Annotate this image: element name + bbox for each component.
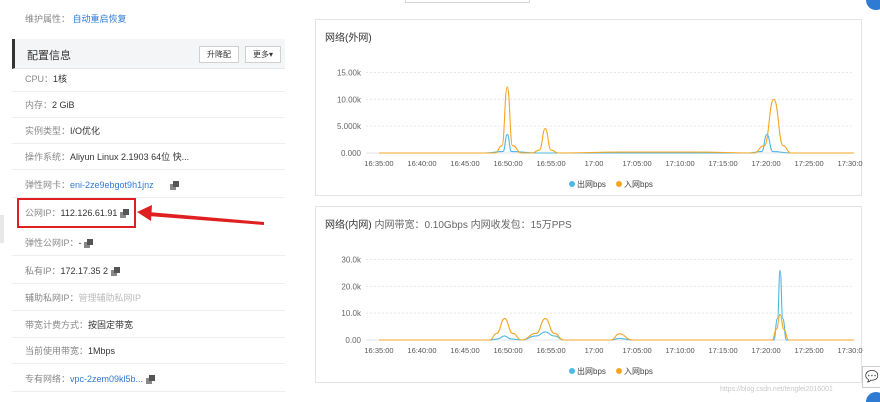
x-tick-label: 17:30:00 — [838, 159, 863, 168]
x-tick-label: 16:50:00 — [493, 159, 522, 168]
legend-dot-in — [616, 368, 622, 374]
legend-label-in: 入网bps — [624, 180, 653, 189]
y-tick-label: 5.000k — [337, 122, 362, 131]
x-tick-label: 16:40:00 — [407, 159, 436, 168]
x-tick-label: 16:55:00 — [536, 159, 565, 168]
arrow-head — [137, 205, 152, 221]
series-line-in — [379, 86, 854, 154]
arrow-shaft — [148, 212, 264, 225]
series-line-out — [379, 269, 854, 341]
legend-dot-out — [569, 368, 575, 374]
y-tick-label: 20.0k — [341, 282, 362, 291]
x-tick-label: 16:35:00 — [364, 159, 393, 168]
x-tick-label: 17:15:00 — [709, 346, 738, 355]
x-tick-label: 17:10:00 — [665, 159, 694, 168]
series-line-out — [379, 133, 854, 154]
watermark: https://blog.csdn.net/tengfei2016001 — [720, 386, 833, 393]
x-tick-label: 17:05:00 — [622, 346, 651, 355]
x-tick-label: 17:15:00 — [709, 159, 738, 168]
x-tick-label: 16:45:00 — [450, 346, 479, 355]
x-tick-label: 17:05:00 — [622, 159, 651, 168]
x-tick-label: 17:00 — [585, 159, 604, 168]
y-tick-label: 15.00k — [337, 68, 362, 77]
y-tick-label: 0.000 — [341, 149, 362, 158]
x-tick-label: 17:00 — [585, 346, 604, 355]
y-tick-label: 30.0k — [341, 255, 362, 264]
ecs-instance-detail: 维护属性： 自动重启恢复 配置信息 升降配 更多▾ CPU：1核 内存：2 Gi… — [0, 0, 880, 402]
x-tick-label: 17:25:00 — [795, 346, 824, 355]
x-tick-label: 16:35:00 — [364, 346, 393, 355]
x-tick-label: 17:25:00 — [795, 159, 824, 168]
legend-label-out: 出网bps — [577, 366, 606, 376]
legend-label-in: 入网bps — [624, 367, 653, 376]
x-tick-label: 17:30:00 — [838, 346, 863, 355]
x-tick-label: 16:45:00 — [450, 159, 479, 168]
legend-dot-in — [616, 181, 622, 187]
outer-network-chart: 0.000 5.000k 10.00k 15.00k 16:35:00 16:40:00 1… — [337, 68, 863, 189]
y-tick-label: 10.00k — [337, 95, 362, 104]
x-tick-label: 16:55:00 — [536, 346, 565, 355]
x-tick-label: 16:40:00 — [407, 346, 436, 355]
y-tick-label: 10.0k — [341, 309, 362, 318]
x-tick-label: 17:10:00 — [665, 346, 694, 355]
x-tick-label: 17:20:00 — [752, 159, 781, 168]
chat-icon[interactable]: 💬 — [862, 366, 880, 388]
inner-network-chart: 0.00 10.0k 20.0k 30.0k 16:35:00 16:40:00 16:45… — [341, 255, 863, 376]
y-tick-label: 0.00 — [345, 336, 361, 345]
x-tick-label: 17:20:00 — [752, 346, 781, 355]
legend-label-out: 出网bps — [577, 179, 606, 189]
legend-dot-out — [569, 181, 575, 187]
outer-network-card: 网络(外网) 0.000 5.000k 10.00k 15.00k 16:35:00 16… — [315, 19, 863, 196]
inner-network-card: 网络(内网) 内网带宽：0.10Gbps 内网收发包：15万PPS 0.00 10… — [315, 206, 863, 383]
x-tick-label: 16:50:00 — [493, 346, 522, 355]
